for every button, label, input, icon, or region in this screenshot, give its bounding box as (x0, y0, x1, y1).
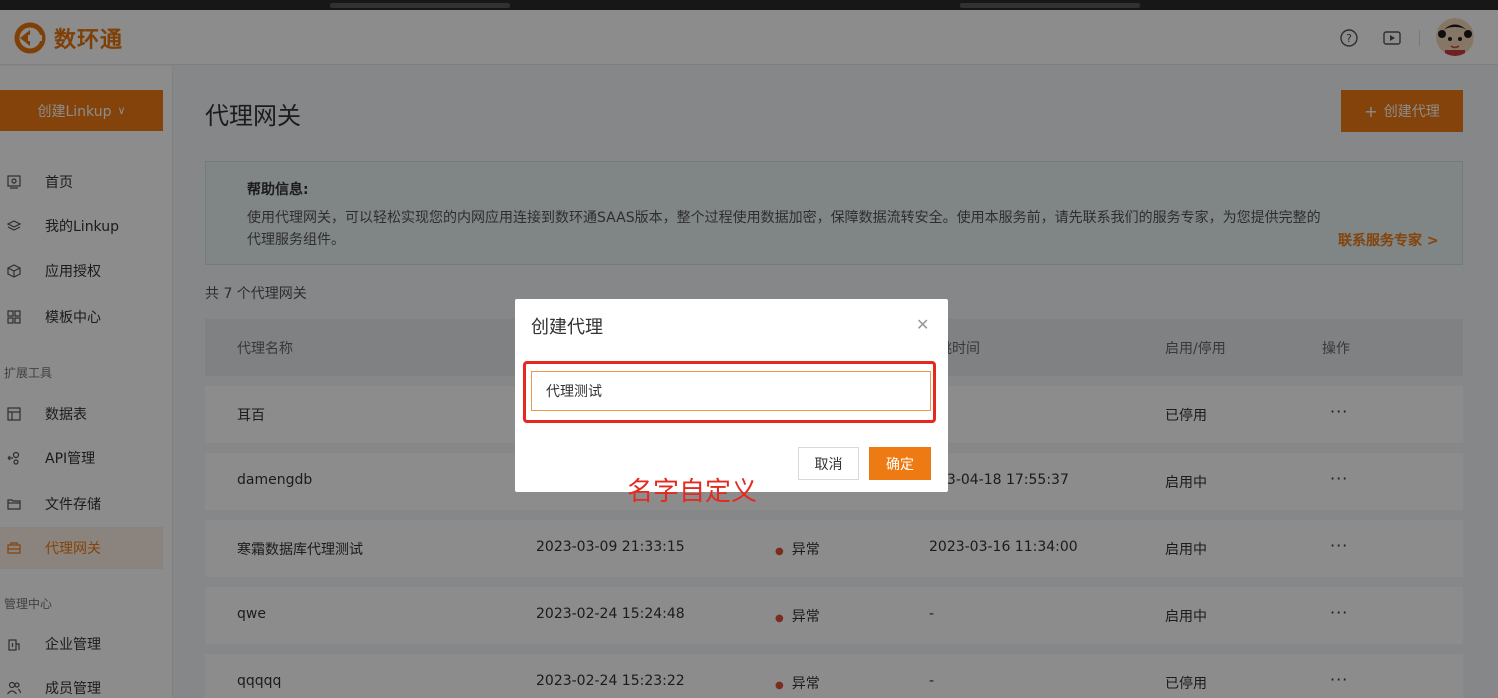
cancel-button[interactable]: 取消 (798, 447, 859, 480)
confirm-button[interactable]: 确定 (869, 447, 931, 480)
dialog-title: 创建代理 (531, 317, 603, 338)
close-icon[interactable]: ✕ (916, 315, 929, 334)
annotation-highlight-box (523, 361, 936, 423)
annotation-label: 名字自定义 (627, 477, 758, 507)
